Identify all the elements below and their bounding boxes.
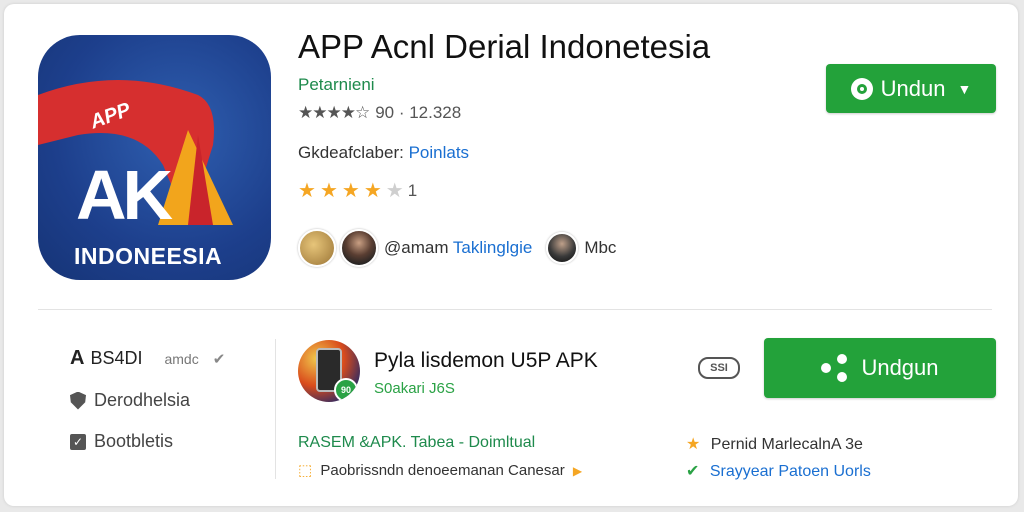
star-icon: ★ [363,180,382,202]
divider [275,339,276,479]
star-icon: ★ [341,180,360,202]
logo-letters: AK [76,156,173,234]
apk-title[interactable]: Pyla lisdemon U5P APK [374,349,598,373]
sidebar: A BS4DI amdc ✔ Derodhelsia ✓ Bootbletis [70,347,270,452]
app-category-link[interactable]: Petarnieni [298,75,375,95]
avatar[interactable] [340,229,378,267]
logo-word: INDONEESIA [74,243,223,269]
users-link[interactable]: Taklinglgie [453,238,532,257]
feature-item: ★ Pernid MarlecalnA 3e [686,434,863,454]
avatar[interactable] [546,232,579,264]
tag[interactable]: Tabea - [411,434,464,451]
users-row: @amam Taklinglgie Mbc [298,229,616,267]
rating-text: 90 · 12.328 [375,103,462,122]
rating-stars-icon: ★★★★☆ [298,103,370,122]
download-apk-button[interactable]: Undgun [764,338,996,398]
star-icon: ★ [298,180,316,202]
apk-icon[interactable]: 90 [298,340,360,402]
download-apk-button-label: Undgun [861,355,939,380]
apk-badge: 90 [334,378,358,402]
users-prefix: @amam [384,238,449,257]
avatar[interactable] [298,229,336,267]
arrow-icon: ▶ [572,464,583,478]
tag[interactable]: &APK. [359,434,406,451]
share-icon [821,354,849,382]
sidebar-header[interactable]: A BS4DI amdc ✔ [70,347,270,370]
users-text: @amam Taklinglgie [384,238,532,258]
tag[interactable]: RASEM [298,434,355,451]
star-icon: ★ [319,180,338,202]
sidebar-item-bootbletis[interactable]: ✓ Bootbletis [70,431,270,452]
note-tail: Canesar [508,462,565,479]
users-tail: Mbc [584,238,617,257]
chevron-down-icon[interactable]: ▼ [957,81,971,97]
download-button-label: Undun [880,75,946,101]
shield-icon [70,391,86,410]
app-icon[interactable]: APP AK INDONEESIA [38,35,271,280]
app-card: APP AK INDONEESIA APP Acnl Derial Indone… [4,4,1018,506]
star-icon: ★ [686,436,701,453]
sidebar-item-derodhelsia[interactable]: Derodhelsia [70,390,270,411]
check-icon: ✔ [212,350,226,368]
apk-subtitle: S0akari J6S [374,380,455,397]
sidebar-header-sub: amdc [164,350,199,367]
checkbox-icon: ✓ [70,433,86,450]
tags-row: RASEM &APK. Tabea - Doimltual [298,434,535,452]
divider [38,309,992,310]
developer-label: Gkdeafclaber: [298,143,404,162]
sidebar-header-label: BS4DI [90,348,143,368]
download-button[interactable]: Undun ▼ [826,64,996,113]
check-icon: ✔ [686,463,700,480]
feature-label: Pernid MarlecalnA 3e [710,436,863,453]
chat-icon[interactable]: SSI [698,357,740,379]
feature-item[interactable]: ✔ Srayyear Patoen Uorls [686,461,871,481]
download-icon [850,77,873,100]
app-title: APP Acnl Derial Indonetesia [298,28,711,65]
sidebar-header-initial: A [70,347,85,369]
note-row: ⬚ Paobrissndn denoeemanan Canesar ▶ [298,461,582,479]
user-rating-count: 1 [407,180,418,200]
sidebar-item-label: Derodhelsia [94,390,191,410]
bracket-icon: ⬚ [298,462,313,479]
note-text: Paobrissndn denoeemanan [320,462,504,479]
feature-label: Srayyear Patoen Uorls [709,463,871,480]
developer-link[interactable]: Poinlats [409,143,469,162]
tag[interactable]: Doimltual [468,434,535,451]
developer-row: Gkdeafclaber: Poinlats [298,143,469,163]
sidebar-item-label: Bootbletis [94,431,174,451]
user-rating-row[interactable]: ★ ★ ★ ★ ★ 1 [298,178,417,203]
star-empty-icon: ★ [385,180,404,202]
rating-row: ★★★★☆ 90 · 12.328 [298,103,461,123]
